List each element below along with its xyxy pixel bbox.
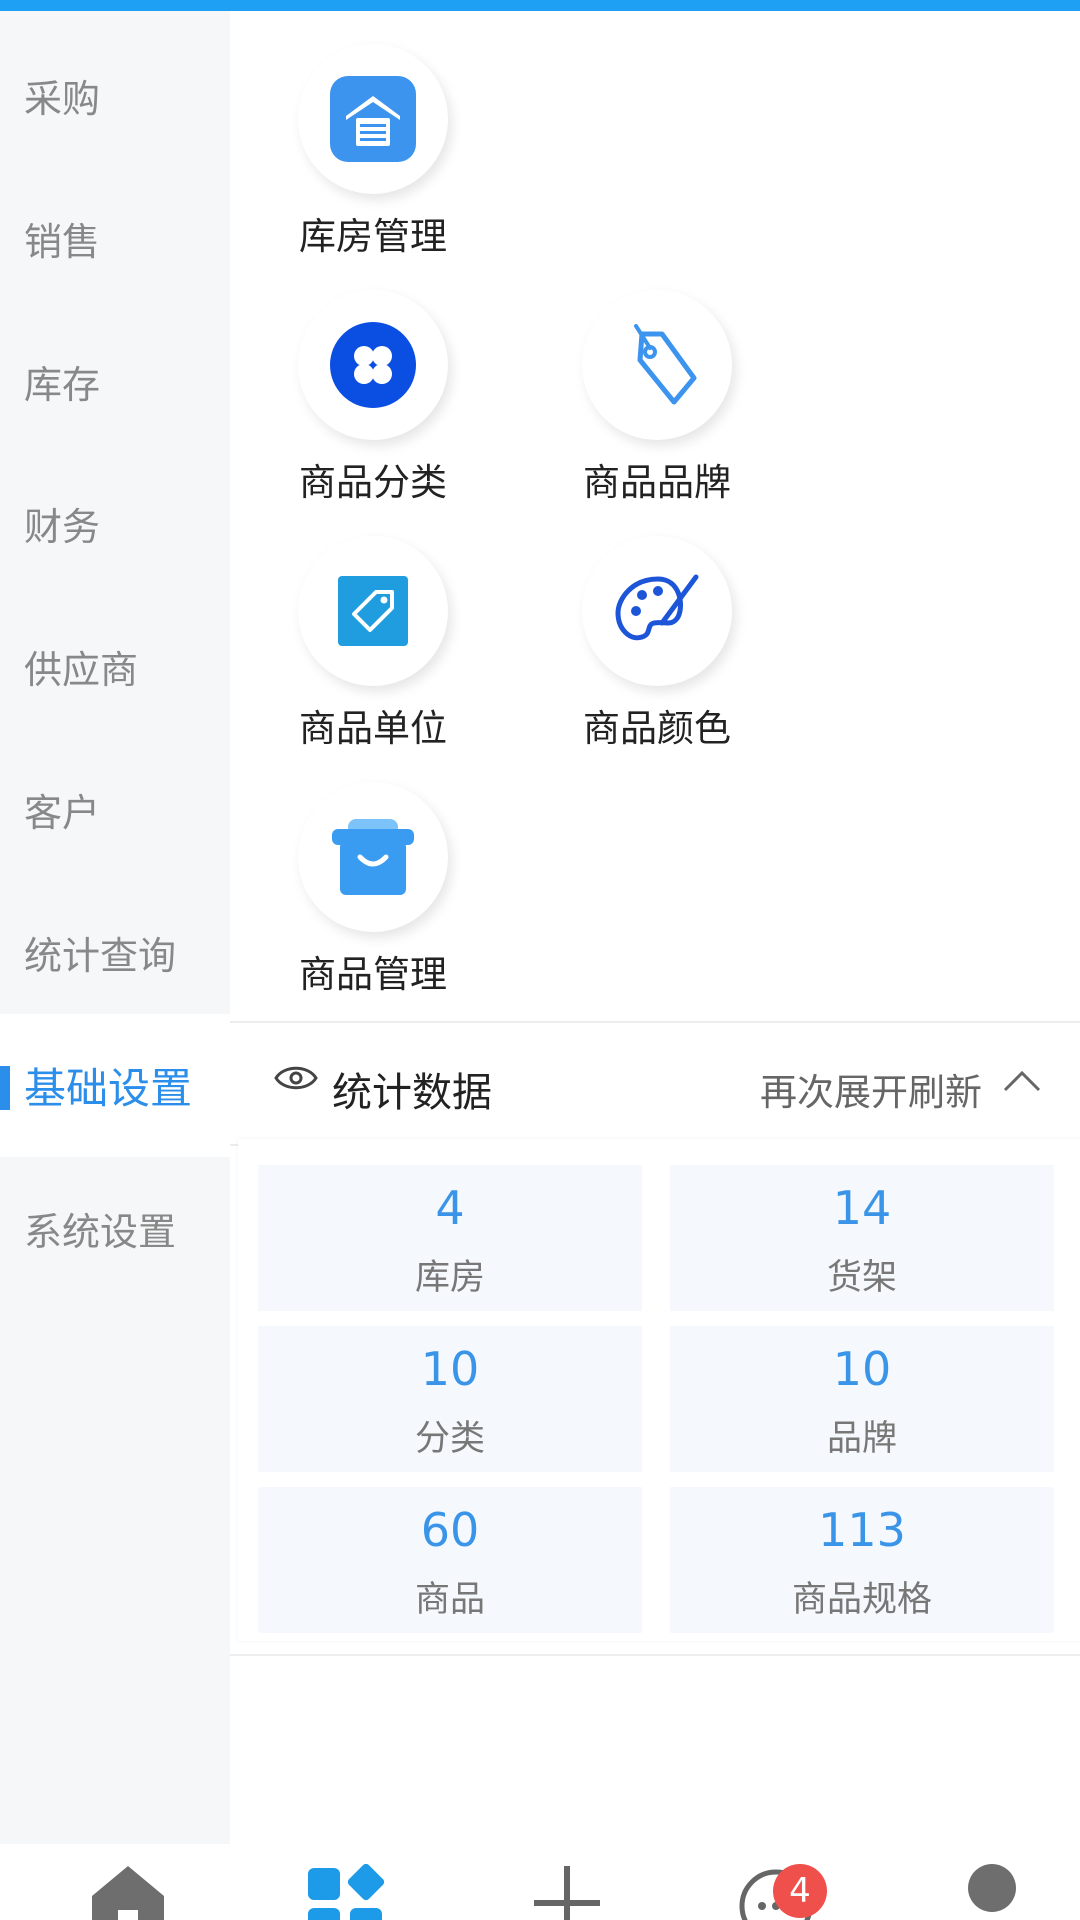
refresh-toggle[interactable]: 再次展开刷新 bbox=[760, 1062, 982, 1116]
stat-card-brand[interactable]: 10 品牌 bbox=[670, 1326, 1054, 1472]
chevron-up-icon[interactable] bbox=[1002, 1068, 1042, 1094]
stat-label: 商品 bbox=[414, 1580, 485, 1620]
stat-value: 14 bbox=[832, 1181, 892, 1235]
plus-icon[interactable] bbox=[508, 1862, 628, 1920]
tile-category[interactable]: 商品分类 bbox=[268, 290, 478, 520]
sidebar-item-system-settings[interactable]: 系统设置 bbox=[0, 1157, 230, 1300]
message-badge: 4 bbox=[773, 1864, 827, 1918]
sidebar-item-label: 系统设置 bbox=[24, 1210, 177, 1254]
tile-unit[interactable]: 商品单位 bbox=[268, 536, 478, 766]
stats-header[interactable]: 统计数据 再次展开刷新 bbox=[230, 1024, 1080, 1146]
stat-card-category[interactable]: 10 分类 bbox=[258, 1326, 642, 1472]
sidebar-item-label: 库存 bbox=[24, 363, 101, 407]
shopping-bag-icon bbox=[332, 819, 414, 895]
stat-card-shelf[interactable]: 14 货架 bbox=[670, 1165, 1054, 1311]
tag-icon bbox=[634, 324, 697, 405]
sidebar-item-customer[interactable]: 客户 bbox=[0, 738, 230, 881]
sidebar-item-label: 统计查询 bbox=[24, 934, 177, 978]
stat-card-spec[interactable]: 113 商品规格 bbox=[670, 1487, 1054, 1633]
bottom-tab-bar bbox=[0, 1844, 1080, 1920]
tile-icon-circle bbox=[298, 44, 448, 194]
sidebar-item-label: 客户 bbox=[24, 791, 101, 835]
sidebar-item-label: 销售 bbox=[24, 220, 101, 264]
stat-value: 10 bbox=[832, 1342, 892, 1396]
tile-icon-circle bbox=[582, 290, 732, 440]
stat-card-warehouse[interactable]: 4 库房 bbox=[258, 1165, 642, 1311]
tile-label: 商品颜色 bbox=[583, 707, 731, 750]
top-accent-bar bbox=[0, 0, 1080, 11]
sidebar-item-finance[interactable]: 财务 bbox=[0, 452, 230, 595]
tile-label: 库房管理 bbox=[299, 215, 447, 258]
stat-value: 4 bbox=[435, 1181, 465, 1235]
tile-brand[interactable]: 商品品牌 bbox=[552, 290, 762, 520]
sidebar-item-label: 基础设置 bbox=[24, 1064, 193, 1113]
stats-panel: 4 库房 14 货架 10 分类 10 品牌 60 商品 113 商品规格 bbox=[238, 1139, 1080, 1641]
divider bbox=[230, 1654, 1080, 1656]
sidebar-item-inventory[interactable]: 库存 bbox=[0, 310, 230, 453]
tile-icon-circle bbox=[298, 782, 448, 932]
sidebar-item-basic-settings[interactable]: 基础设置 bbox=[0, 1014, 230, 1157]
tile-label: 商品品牌 bbox=[583, 461, 731, 504]
stat-label: 品牌 bbox=[826, 1419, 897, 1459]
apps-icon[interactable] bbox=[286, 1862, 406, 1920]
tile-label: 商品管理 bbox=[299, 953, 447, 996]
unit-tag-icon bbox=[338, 576, 408, 646]
tile-goods[interactable]: 商品管理 bbox=[268, 782, 478, 1012]
sidebar-item-label: 供应商 bbox=[24, 648, 139, 692]
divider bbox=[230, 1021, 1080, 1023]
user-icon[interactable] bbox=[932, 1862, 1052, 1920]
palette-icon bbox=[615, 574, 699, 641]
sidebar-item-sales[interactable]: 销售 bbox=[0, 167, 230, 310]
stat-value: 60 bbox=[420, 1503, 480, 1557]
home-icon[interactable] bbox=[68, 1862, 188, 1920]
tile-label: 商品单位 bbox=[299, 707, 447, 750]
stat-label: 商品规格 bbox=[791, 1580, 932, 1620]
tile-label: 商品分类 bbox=[299, 461, 447, 504]
stat-value: 113 bbox=[818, 1503, 906, 1557]
sidebar-item-supplier[interactable]: 供应商 bbox=[0, 595, 230, 738]
sidebar-item-purchase[interactable]: 采购 bbox=[0, 24, 230, 167]
sidebar-item-label: 采购 bbox=[24, 77, 101, 121]
tile-warehouse[interactable]: 库房管理 bbox=[268, 44, 478, 274]
tile-icon-circle bbox=[298, 536, 448, 686]
tile-icon-circle bbox=[582, 536, 732, 686]
stat-label: 货架 bbox=[826, 1258, 897, 1298]
stats-title: 统计数据 bbox=[332, 1070, 492, 1116]
tile-color[interactable]: 商品颜色 bbox=[552, 536, 762, 766]
sidebar-item-statistics[interactable]: 统计查询 bbox=[0, 881, 230, 1024]
category-icon bbox=[330, 322, 416, 408]
stat-label: 分类 bbox=[414, 1419, 485, 1459]
warehouse-icon bbox=[330, 76, 416, 162]
sidebar-item-label: 财务 bbox=[24, 505, 101, 549]
tile-icon-circle bbox=[298, 290, 448, 440]
eye-icon bbox=[274, 1066, 318, 1090]
stat-value: 10 bbox=[420, 1342, 480, 1396]
stat-label: 库房 bbox=[414, 1258, 485, 1298]
stat-card-goods[interactable]: 60 商品 bbox=[258, 1487, 642, 1633]
category-sidebar: 采购 销售 库存 财务 供应商 客户 统计查询 基础设置 系统设置 bbox=[0, 11, 230, 1844]
